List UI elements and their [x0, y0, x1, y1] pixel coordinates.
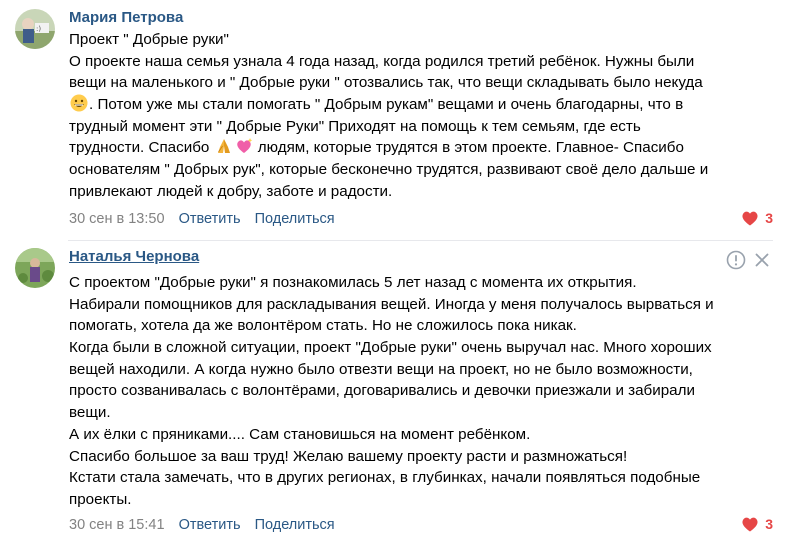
svg-text::): :) [36, 25, 41, 33]
comment-meta: 30 сен в 13:50 Ответить Поделиться [69, 211, 335, 227]
text-line: вещи. [69, 404, 111, 422]
heart-icon [742, 211, 758, 226]
text-line: С проектом "Добрые руки" я познакомилась… [69, 274, 637, 291]
text-fragment: людям, которые трудятся в этом проекте. … [253, 139, 684, 157]
like-button[interactable]: 3 [741, 516, 773, 532]
text-line: помогать, хотела да же волонтёром стать.… [69, 317, 577, 335]
like-count: 3 [765, 516, 773, 532]
text-line: Набирали помощников для раскладывания ве… [69, 295, 714, 313]
share-button[interactable]: Поделиться [255, 517, 335, 533]
heart-icon [742, 517, 758, 532]
comment-author[interactable]: Мария Петрова [69, 9, 183, 26]
grinning-face-icon [70, 94, 88, 112]
comment-text: С проектом "Добрые руки" я познакомилась… [69, 272, 779, 511]
comment: Наталья Чернова С проектом "Добрые руки"… [0, 241, 801, 542]
text-line: А их ёлки с пряниками.... Сам становишьс… [69, 425, 531, 443]
text-fragment: трудности. Спасибо [69, 139, 214, 157]
text-line: трудный момент эти " Добрые Руки" Приход… [69, 117, 641, 135]
reply-button[interactable]: Ответить [179, 211, 241, 227]
text-line: Кстати стала замечать, что в других реги… [69, 469, 701, 487]
comment-date[interactable]: 30 сен в 13:50 [69, 211, 165, 227]
sparkling-heart-icon [235, 137, 253, 155]
comment: :) Мария Петрова Проект " Добрые руки" О… [0, 0, 801, 240]
comment-meta: 30 сен в 15:41 Ответить Поделиться [69, 517, 335, 533]
close-icon[interactable] [752, 250, 772, 270]
avatar[interactable] [15, 248, 55, 288]
exclamation-circle-icon[interactable] [726, 250, 746, 270]
text-fragment: . Потом уже мы стали помогать " Добрым р… [89, 96, 684, 114]
text-line: вещей находили. А когда нужно было отвез… [69, 360, 693, 378]
avatar[interactable]: :) [15, 9, 55, 49]
like-button[interactable]: 3 [741, 210, 773, 226]
comment-date[interactable]: 30 сен в 15:41 [69, 517, 165, 533]
text-line: Спасибо большое за ваш труд! Желаю вашем… [69, 447, 628, 465]
text-line: привлекают людей к добру, заботе и радос… [69, 182, 393, 200]
text-line-with-emoji: трудности. Спасибо людям, которые трудят… [69, 137, 779, 159]
folded-hands-icon [215, 137, 233, 155]
text-line: О проекте наша семья узнала 4 года назад… [69, 52, 695, 70]
comment-text: Проект " Добрые руки" О проекте наша сем… [69, 29, 779, 203]
comment-author[interactable]: Наталья Чернова [69, 248, 199, 265]
text-line: проекты. [69, 490, 132, 508]
text-line: Когда были в сложной ситуации, проект "Д… [69, 339, 712, 357]
like-count: 3 [765, 210, 773, 226]
text-line-with-emoji: . Потом уже мы стали помогать " Добрым р… [69, 94, 779, 116]
text-line: просто созванивалась с волонтёрами, дого… [69, 382, 695, 400]
text-line: вещи на маленького и " Добрые руки " ото… [69, 74, 703, 92]
reply-button[interactable]: Ответить [179, 517, 241, 533]
text-line: основателям " Добрых рук", которые беско… [69, 161, 709, 179]
text-line: Проект " Добрые руки" [69, 31, 229, 48]
share-button[interactable]: Поделиться [255, 211, 335, 227]
